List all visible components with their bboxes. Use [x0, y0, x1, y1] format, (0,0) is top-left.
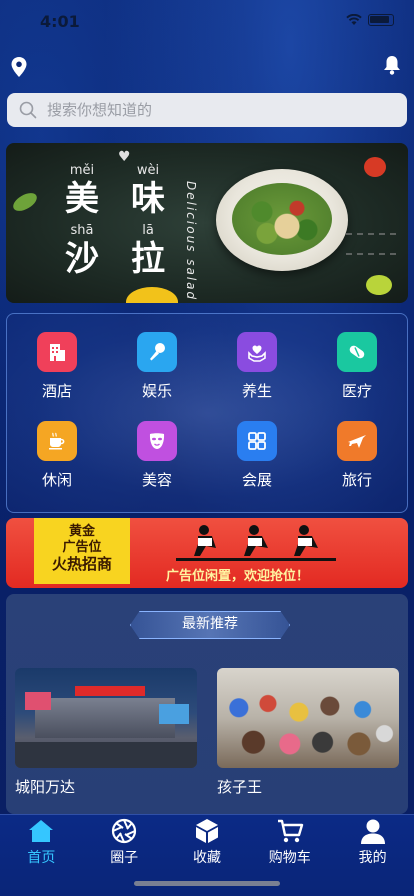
tab-label: 收藏 — [192, 850, 221, 866]
pinyin-mei: měi — [69, 163, 95, 178]
ad-gold-line: 黄金 — [68, 524, 95, 539]
pinyin-wei: wèi — [136, 163, 160, 178]
category-hotel[interactable]: 酒店 — [7, 332, 107, 401]
coffee-icon — [37, 421, 77, 461]
tab-circle[interactable]: 圈子 — [84, 817, 164, 867]
category-label: 娱乐 — [141, 382, 172, 400]
promo-banner[interactable]: ♥ měi 美 wèi 味 shā 沙 lā 拉 Delicious salad — [6, 143, 408, 303]
tomato-decoration — [364, 157, 386, 177]
ad-gold-block: 黄金 广告位 火热招商 — [34, 518, 130, 584]
category-label: 旅行 — [341, 471, 372, 489]
category-grid: 酒店 娱乐 养生 医疗 休闲 美容 会展 旅行 — [6, 313, 408, 513]
recommend-item-name: 孩子王 — [217, 778, 263, 796]
status-bar: 4:01 — [0, 0, 414, 44]
char-wei: 味 — [131, 179, 165, 219]
lime-decoration — [366, 275, 392, 295]
bell-icon[interactable] — [382, 54, 402, 76]
banner-subtitle: Delicious salad — [184, 181, 198, 302]
stamp-decoration — [346, 233, 396, 255]
category-wellness[interactable]: 养生 — [207, 332, 307, 401]
tab-favorites[interactable]: 收藏 — [167, 817, 247, 867]
user-icon — [360, 819, 385, 844]
char-la: 拉 — [131, 239, 165, 279]
top-bar — [0, 52, 414, 82]
category-label: 医疗 — [341, 382, 372, 400]
category-label: 休闲 — [41, 471, 72, 489]
category-label: 养生 — [241, 382, 272, 400]
mask-icon — [137, 421, 177, 461]
category-exhibition[interactable]: 会展 — [207, 421, 307, 490]
salad-image — [232, 183, 332, 255]
ad-banner[interactable]: 黄金 广告位 火热招商 广告位闲置，欢迎抢位！ — [6, 518, 408, 588]
ad-gold-line: 火热招商 — [51, 555, 112, 573]
recommend-item-wanda[interactable]: 城阳万达 — [15, 668, 197, 797]
category-label: 酒店 — [41, 382, 72, 400]
category-entertainment[interactable]: 娱乐 — [107, 332, 207, 401]
hotel-icon — [37, 332, 77, 372]
pinyin-sha: shā — [70, 223, 94, 238]
pill-icon — [337, 332, 377, 372]
box-icon — [195, 819, 218, 843]
tab-label: 购物车 — [268, 850, 311, 866]
category-medical[interactable]: 医疗 — [307, 332, 407, 401]
search-icon — [19, 101, 37, 119]
status-time: 4:01 — [40, 12, 80, 31]
home-indicator — [134, 881, 280, 886]
location-pin-icon[interactable] — [10, 56, 28, 78]
tab-label: 首页 — [27, 850, 56, 866]
grid-icon — [237, 421, 277, 461]
lemon-decoration — [126, 287, 178, 303]
battery-icon — [368, 14, 394, 26]
plane-icon — [337, 421, 377, 461]
recommend-item-name: 城阳万达 — [15, 778, 76, 796]
tab-label: 圈子 — [110, 850, 139, 866]
char-mei: 美 — [65, 179, 99, 219]
toy-store-image — [217, 668, 399, 768]
search-input[interactable] — [47, 101, 377, 119]
tab-cart[interactable]: 购物车 — [250, 817, 330, 867]
heart-hands-icon — [237, 332, 277, 372]
leaf-decoration — [10, 189, 40, 215]
category-travel[interactable]: 旅行 — [307, 421, 407, 490]
home-icon — [29, 820, 54, 842]
category-label: 美容 — [141, 471, 172, 489]
category-leisure[interactable]: 休闲 — [7, 421, 107, 490]
char-sha: 沙 — [65, 239, 99, 279]
tab-profile[interactable]: 我的 — [333, 817, 413, 867]
banner-title: měi 美 wèi 味 shā 沙 lā 拉 — [52, 163, 182, 283]
ad-gold-line: 广告位 — [62, 540, 102, 555]
pinyin-la: lā — [142, 223, 154, 238]
recommend-section: 最新推荐 城阳万达 孩子王 — [6, 594, 408, 814]
ad-slogan: 广告位闲置，欢迎抢位！ — [166, 569, 310, 584]
recommend-title: 最新推荐 — [130, 611, 290, 639]
category-beauty[interactable]: 美容 — [107, 421, 207, 490]
category-label: 会展 — [241, 471, 272, 489]
aperture-icon — [112, 818, 137, 844]
wifi-icon — [346, 14, 362, 25]
tab-label: 我的 — [358, 850, 387, 866]
wanda-plaza-image — [15, 668, 197, 768]
microphone-icon — [137, 332, 177, 372]
search-bar[interactable] — [7, 93, 407, 127]
recommend-item-kidswant[interactable]: 孩子王 — [217, 668, 399, 797]
racing-people-icon — [176, 525, 336, 561]
tab-home[interactable]: 首页 — [1, 817, 81, 867]
cart-icon — [277, 819, 303, 843]
